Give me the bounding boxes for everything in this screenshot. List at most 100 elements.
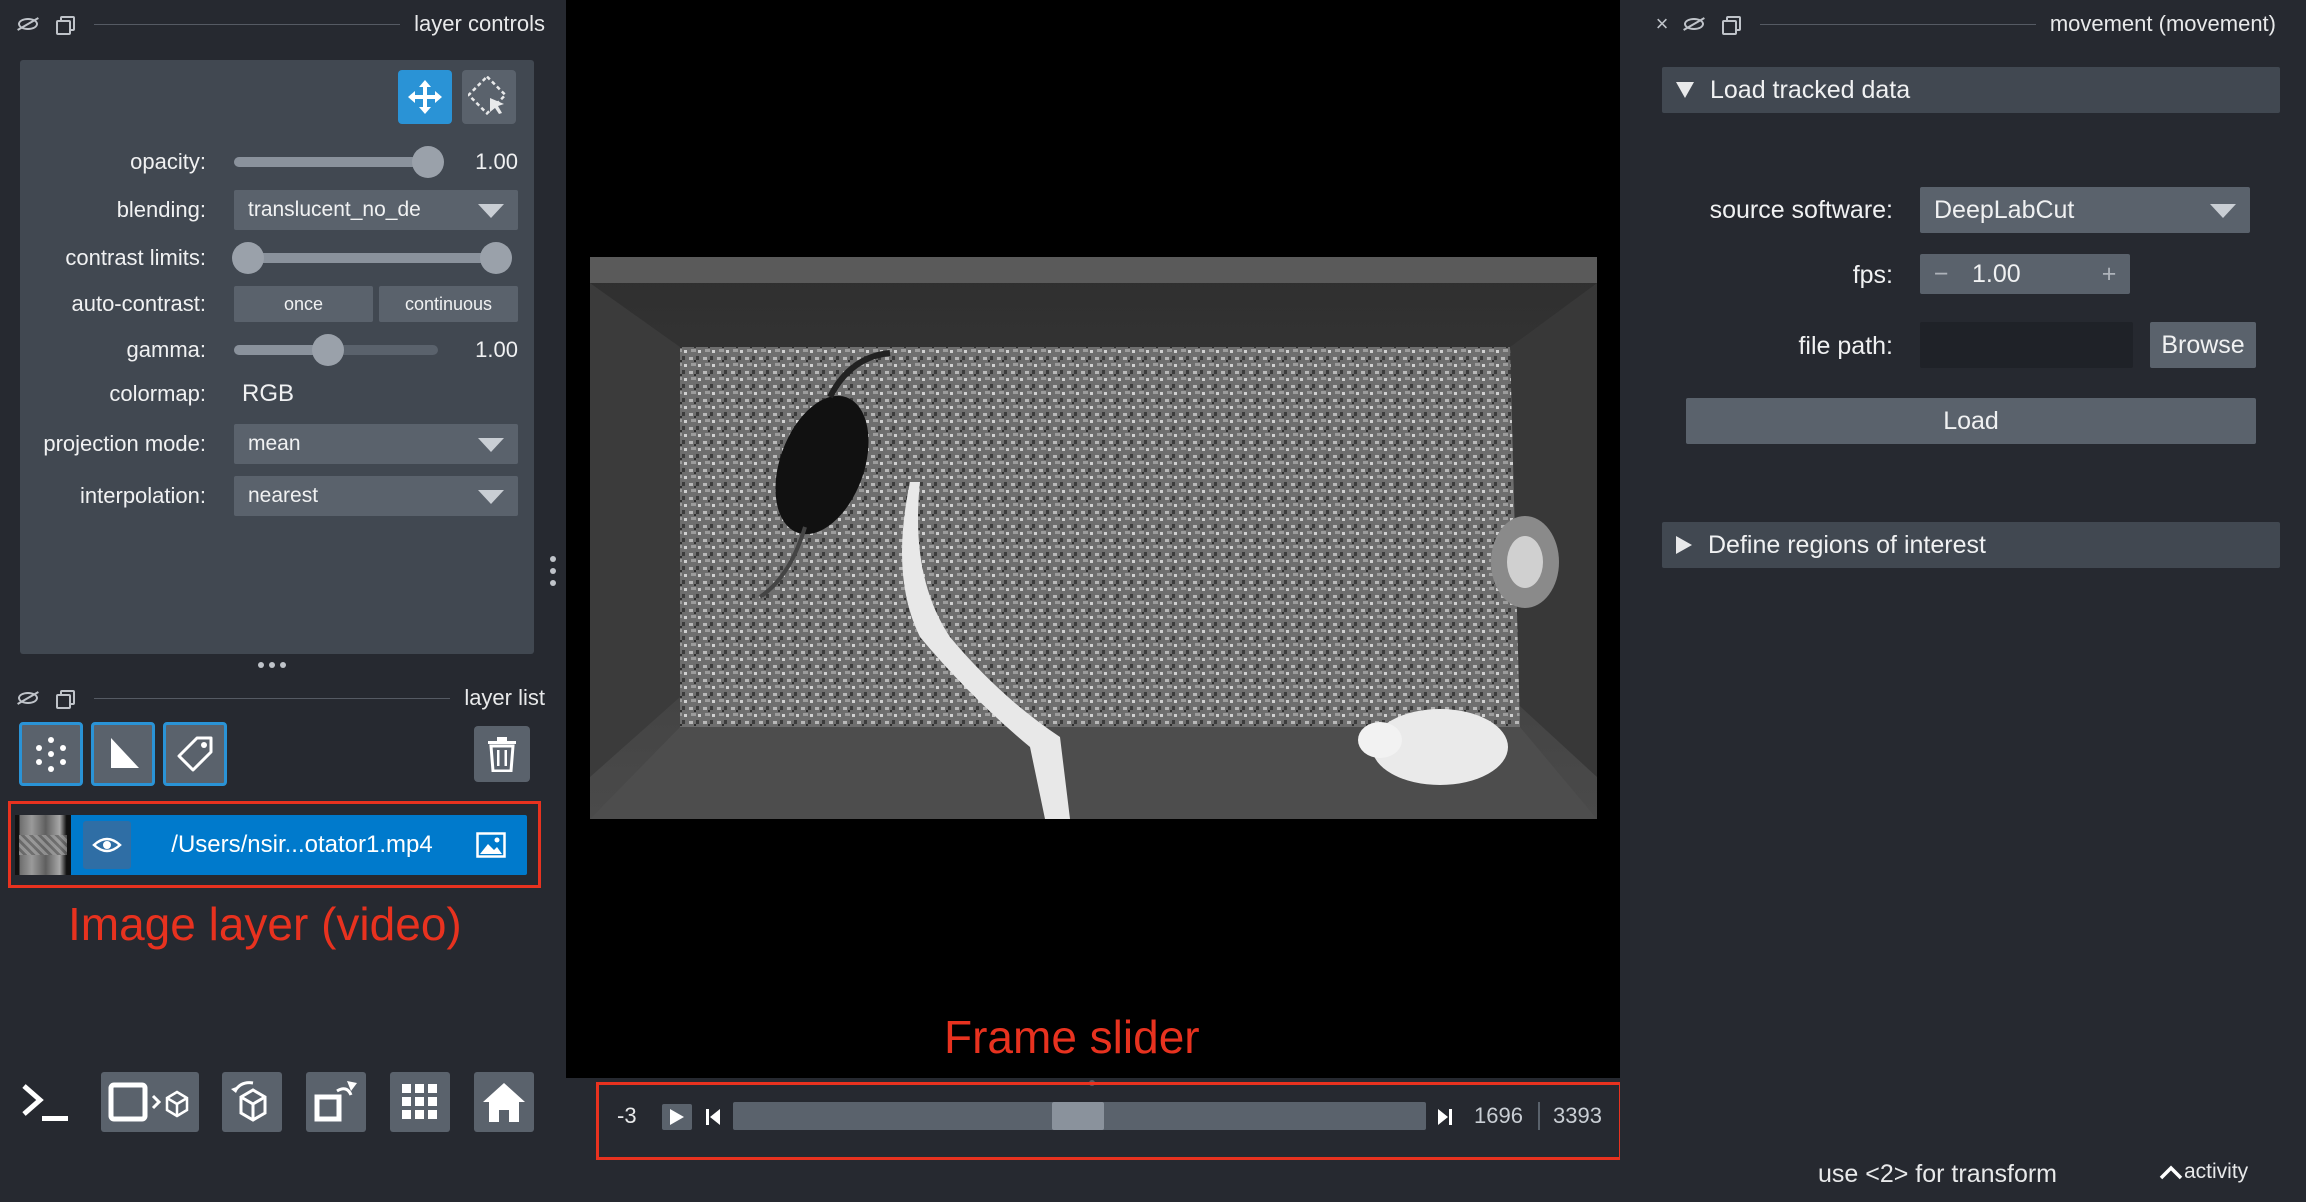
chevron-up-icon [2159,1165,2183,1180]
image-layer-annotation: Image layer (video) [68,898,462,950]
delete-layer-button[interactable] [474,726,530,782]
points-icon [36,737,66,772]
layer-list-titlebar: layer list [18,676,545,720]
transpose-dimensions-button[interactable] [306,1072,366,1132]
grid-view-button[interactable] [390,1072,450,1132]
video-frame-image [590,257,1597,819]
layer-list-title: layer list [464,685,545,710]
hide-dock-icon[interactable] [18,14,38,34]
gamma-row: gamma: 1.00 [20,328,534,372]
define-roi-section-header[interactable]: Define regions of interest [1662,522,2280,568]
blending-select[interactable]: translucent_no_de [234,190,518,230]
layer-controls-title: layer controls [414,11,545,36]
source-software-select[interactable]: DeepLabCut [1920,187,2250,233]
frame-slider-highlight-box [596,1082,1622,1160]
auto-contrast-once-button[interactable]: once [234,286,373,322]
gamma-value: 1.00 [475,337,518,362]
blending-value: translucent_no_de [248,198,421,221]
opacity-slider-handle[interactable] [412,146,444,178]
image-layer-highlight-box [8,801,541,888]
contrast-limits-label: contrast limits: [65,245,206,270]
blending-row: blending: translucent_no_de [20,188,534,232]
auto-contrast-continuous-button[interactable]: continuous [379,286,518,322]
move-arrows-icon [408,80,442,114]
terminal-icon [22,1084,68,1121]
interpolation-select[interactable]: nearest [234,476,518,516]
chevron-down-icon [478,490,504,504]
source-software-label: source software: [1709,196,1893,224]
colormap-row: colormap: RGB [20,372,534,416]
fps-label: fps: [1852,261,1893,289]
new-points-layer-button[interactable] [19,722,83,786]
projection-mode-label: projection mode: [43,431,206,456]
float-dock-icon[interactable] [54,14,75,35]
close-icon[interactable]: × [1652,11,1672,36]
source-software-value: DeepLabCut [1934,195,2075,224]
interpolation-value: nearest [248,484,319,507]
browse-button[interactable]: Browse [2150,322,2256,368]
opacity-value: 1.00 [475,149,518,174]
activity-button[interactable]: activity [2158,1160,2248,1184]
contrast-max-handle[interactable] [480,242,512,274]
shapes-icon [111,738,139,768]
auto-contrast-label: auto-contrast: [71,291,206,316]
left-dock: layer controls opacity: 1.00 blending: t… [0,0,563,1202]
load-tracked-data-section-header[interactable]: Load tracked data [1662,67,2280,113]
float-dock-icon[interactable] [54,688,75,709]
grid-icon [402,1084,437,1119]
interpolation-label: interpolation: [80,483,206,508]
transform-button[interactable] [462,70,516,124]
hide-dock-icon[interactable] [1684,14,1704,34]
contrast-min-handle[interactable] [232,242,264,274]
trash-icon [488,737,516,772]
gamma-slider[interactable] [234,334,438,366]
projection-mode-row: projection mode: mean [20,422,534,466]
home-icon [483,1083,525,1122]
right-dock [1620,0,2306,1202]
label-tag-icon [177,736,213,772]
reset-view-button[interactable] [474,1072,534,1132]
interpolation-row: interpolation: nearest [20,474,534,518]
contrast-limits-row: contrast limits: [20,236,534,280]
fps-spinbox[interactable]: − 1.00 + [1920,254,2130,294]
opacity-label: opacity: [130,149,206,174]
console-button[interactable] [16,1072,76,1132]
new-labels-layer-button[interactable] [163,722,227,786]
dock-splitter-handle[interactable] [258,662,286,668]
chevron-down-icon [478,204,504,218]
fps-decrement-button[interactable]: − [1920,260,1962,289]
left-dock-resize-handle[interactable] [550,556,556,586]
hide-dock-icon[interactable] [18,688,38,708]
select-transform-icon [468,76,508,116]
blending-label: blending: [116,197,206,222]
new-shapes-layer-button[interactable] [91,722,155,786]
plugin-titlebar: × movement (movement) [1652,2,2276,46]
load-button[interactable]: Load [1686,398,2256,444]
roi-section-title: Define regions of interest [1708,530,1986,559]
file-path-input[interactable] [1920,322,2133,368]
contrast-limits-slider[interactable] [232,242,512,274]
collapsed-triangle-icon [1676,536,1692,554]
chevron-down-icon [478,438,504,452]
fps-value[interactable]: 1.00 [1962,260,2088,289]
pan-zoom-button[interactable] [398,70,452,124]
roll-cube-icon [231,1081,267,1122]
colormap-label: colormap: [109,381,206,406]
activity-label: activity [2184,1160,2249,1183]
auto-contrast-row: auto-contrast: once continuous [20,282,534,326]
ndisplay-toggle-button[interactable] [101,1072,199,1132]
projection-mode-value: mean [248,432,301,455]
colormap-value: RGB [242,380,295,407]
projection-mode-select[interactable]: mean [234,424,518,464]
gamma-label: gamma: [126,337,206,362]
gamma-slider-handle[interactable] [312,334,344,366]
roll-dimensions-button[interactable] [222,1072,282,1132]
load-section-title: Load tracked data [1710,75,1911,104]
float-dock-icon[interactable] [1720,14,1741,35]
plugin-title: movement (movement) [2049,11,2276,36]
file-path-label: file path: [1798,332,1893,360]
layer-controls-panel: opacity: 1.00 blending: translucent_no_d… [20,60,534,654]
opacity-row: opacity: 1.00 [20,140,534,184]
opacity-slider[interactable] [234,146,444,178]
fps-increment-button[interactable]: + [2088,260,2130,289]
